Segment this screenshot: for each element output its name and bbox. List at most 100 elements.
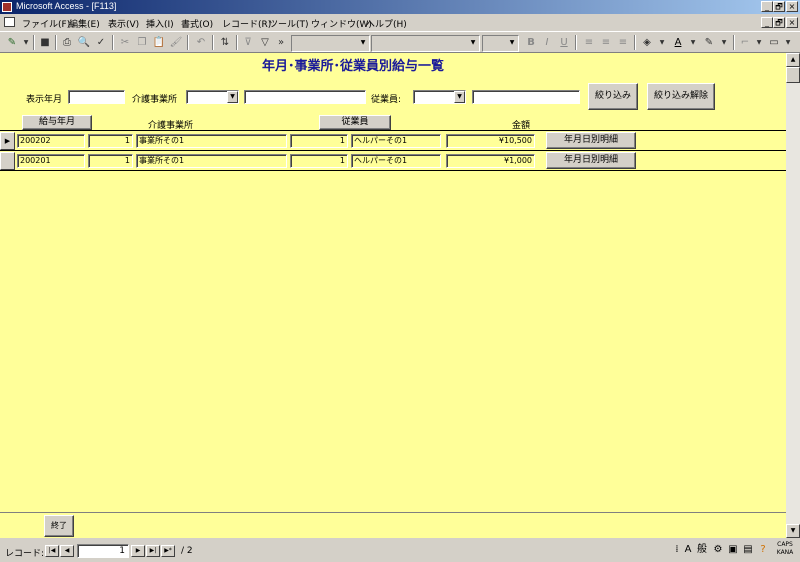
ime-input-mode-icon[interactable]: A (682, 542, 694, 558)
bold-button[interactable]: B (524, 36, 538, 49)
new-record-icon[interactable]: ▶* (161, 545, 175, 557)
form-restore-button[interactable]: 🗗 (773, 17, 785, 28)
pay-month-sort-button[interactable]: 給与年月 (22, 115, 92, 130)
ime-conversion-mode[interactable]: 般 (695, 542, 709, 558)
underline-button[interactable]: U (557, 36, 571, 49)
display-month-input[interactable] (68, 90, 125, 104)
form-minimize-button[interactable]: _ (761, 17, 773, 28)
scroll-down-icon[interactable]: ▼ (786, 524, 800, 538)
scroll-up-icon[interactable]: ▲ (786, 53, 800, 67)
apply-filter-button[interactable]: 絞り込み (588, 83, 638, 110)
employee-name-field[interactable] (472, 90, 580, 104)
clear-filter-button[interactable]: 絞り込み解除 (647, 83, 715, 110)
current-record-input[interactable]: 1 (77, 544, 129, 558)
menu-format[interactable]: 書式(O) (181, 17, 213, 30)
font-size-combo[interactable]: ▼ (482, 35, 519, 52)
italic-button[interactable]: I (540, 36, 554, 49)
copy-icon[interactable]: ❐ (135, 36, 149, 49)
special-effect-icon[interactable]: ▭ (767, 36, 781, 49)
menu-help[interactable]: ヘルプ(H) (366, 17, 407, 30)
row-amount-field[interactable]: ¥1,000 (446, 154, 535, 168)
save-icon[interactable]: ■ (38, 36, 52, 49)
form-close-button[interactable]: × (786, 17, 798, 28)
chevron-down-icon[interactable]: ▼ (781, 36, 795, 49)
form-footer-divider (0, 512, 786, 513)
menu-tools[interactable]: ツール(T) (269, 17, 309, 30)
record-selector-current[interactable]: ▶ (0, 132, 15, 150)
ime-dictionary-icon[interactable]: ▣ (726, 542, 740, 558)
close-button[interactable]: × (786, 1, 798, 12)
scroll-thumb[interactable] (786, 67, 800, 83)
row-employee-no-field[interactable]: 1 (290, 154, 348, 168)
title-bar: Microsoft Access - [F113] _ 🗗 × (0, 0, 800, 14)
object-combo[interactable]: ▼ (291, 35, 370, 52)
kana-indicator: KANA (776, 549, 794, 556)
sort-icon[interactable]: ⇅ (218, 36, 232, 49)
row-office-no-field[interactable]: 1 (88, 134, 133, 148)
employee-sort-button[interactable]: 従業員 (319, 115, 391, 130)
form-window-icon[interactable] (4, 17, 15, 27)
filter-icon[interactable]: ▽ (258, 36, 272, 49)
daily-detail-button[interactable]: 年月日別明細 (546, 132, 636, 149)
chevron-down-icon[interactable]: ▼ (227, 91, 238, 103)
menu-insert[interactable]: 挿入(I) (146, 17, 174, 30)
row-employee-name-field[interactable]: ヘルパーその1 (351, 134, 441, 148)
row-office-no-field[interactable]: 1 (88, 154, 133, 168)
record-selector[interactable] (0, 152, 15, 170)
menu-edit[interactable]: 編集(E) (69, 17, 100, 30)
align-center-icon[interactable]: ≡ (599, 36, 613, 49)
row-employee-name-field[interactable]: ヘルパーその1 (351, 154, 441, 168)
toolbar-separator (212, 35, 214, 50)
row-office-name-field[interactable]: 事業所その1 (136, 134, 287, 148)
format-painter-icon[interactable]: 🖌 (169, 36, 183, 49)
minimize-button[interactable]: _ (761, 1, 773, 12)
last-record-icon[interactable]: ▶| (146, 545, 160, 557)
previous-record-icon[interactable]: ◀ (60, 545, 74, 557)
vertical-scrollbar[interactable]: ▲ ▼ (786, 53, 800, 538)
office-code-combo[interactable]: ▼ (186, 90, 239, 104)
font-name-combo[interactable]: ▼ (371, 35, 480, 52)
chevron-down-icon[interactable]: ▼ (686, 36, 700, 49)
filter-by-selection-icon[interactable]: ⊽ (241, 36, 255, 49)
ime-help-icon[interactable]: ? (756, 542, 770, 558)
row-month-field[interactable]: 200202 (17, 134, 85, 148)
next-record-icon[interactable]: ▶ (131, 545, 145, 557)
align-right-icon[interactable]: ≡ (616, 36, 630, 49)
caps-indicator: CAPS (777, 541, 793, 548)
align-left-icon[interactable]: ≡ (582, 36, 596, 49)
chevron-down-icon[interactable]: ▼ (717, 36, 731, 49)
undo-icon[interactable]: ↶ (194, 36, 208, 49)
print-icon[interactable]: ⎙ (60, 36, 74, 49)
line-color-icon[interactable]: ✎ (702, 36, 716, 49)
menu-record[interactable]: レコード(R) (222, 17, 271, 30)
chevron-down-icon[interactable]: ▼ (655, 36, 669, 49)
menu-view[interactable]: 表示(V) (108, 17, 139, 30)
menu-file[interactable]: ファイル(F) (22, 17, 70, 30)
ime-properties-icon[interactable]: ▤ (741, 542, 755, 558)
menu-window[interactable]: ウィンドウ(W) (311, 17, 372, 30)
row-employee-no-field[interactable]: 1 (290, 134, 348, 148)
daily-detail-button[interactable]: 年月日別明細 (546, 152, 636, 169)
spelling-icon[interactable]: ✓ (94, 36, 108, 49)
chevron-down-icon[interactable]: ▼ (454, 91, 465, 103)
cut-icon[interactable]: ✂ (118, 36, 132, 49)
view-dropdown-icon[interactable]: ▼ (19, 36, 33, 49)
toolbar-more-icon[interactable]: » (274, 36, 288, 49)
restore-button[interactable]: 🗗 (773, 1, 785, 12)
employee-code-combo[interactable]: ▼ (413, 90, 466, 104)
ime-tools-icon[interactable]: ⚙ (711, 542, 725, 558)
fill-color-icon[interactable]: ◈ (640, 36, 654, 49)
row-month-field[interactable]: 200201 (17, 154, 85, 168)
paste-icon[interactable]: 📋 (152, 36, 166, 49)
font-color-icon[interactable]: A (671, 36, 685, 49)
border-width-icon[interactable]: ⌐ (738, 36, 752, 49)
office-name-field[interactable] (244, 90, 366, 104)
row-office-name-field[interactable]: 事業所その1 (136, 154, 287, 168)
exit-button[interactable]: 終了 (44, 515, 74, 537)
design-view-icon[interactable]: ✎ (5, 36, 19, 49)
print-preview-icon[interactable]: 🔍 (77, 36, 91, 49)
chevron-down-icon[interactable]: ▼ (752, 36, 766, 49)
first-record-icon[interactable]: |◀ (45, 545, 59, 557)
row-amount-field[interactable]: ¥10,500 (446, 134, 535, 148)
formatting-toolbar: ✎ ▼ ■ ⎙ 🔍 ✓ ✂ ❐ 📋 🖌 ↶ ⇅ ⊽ ▽ » ▼ ▼ ▼ B I … (0, 31, 800, 53)
